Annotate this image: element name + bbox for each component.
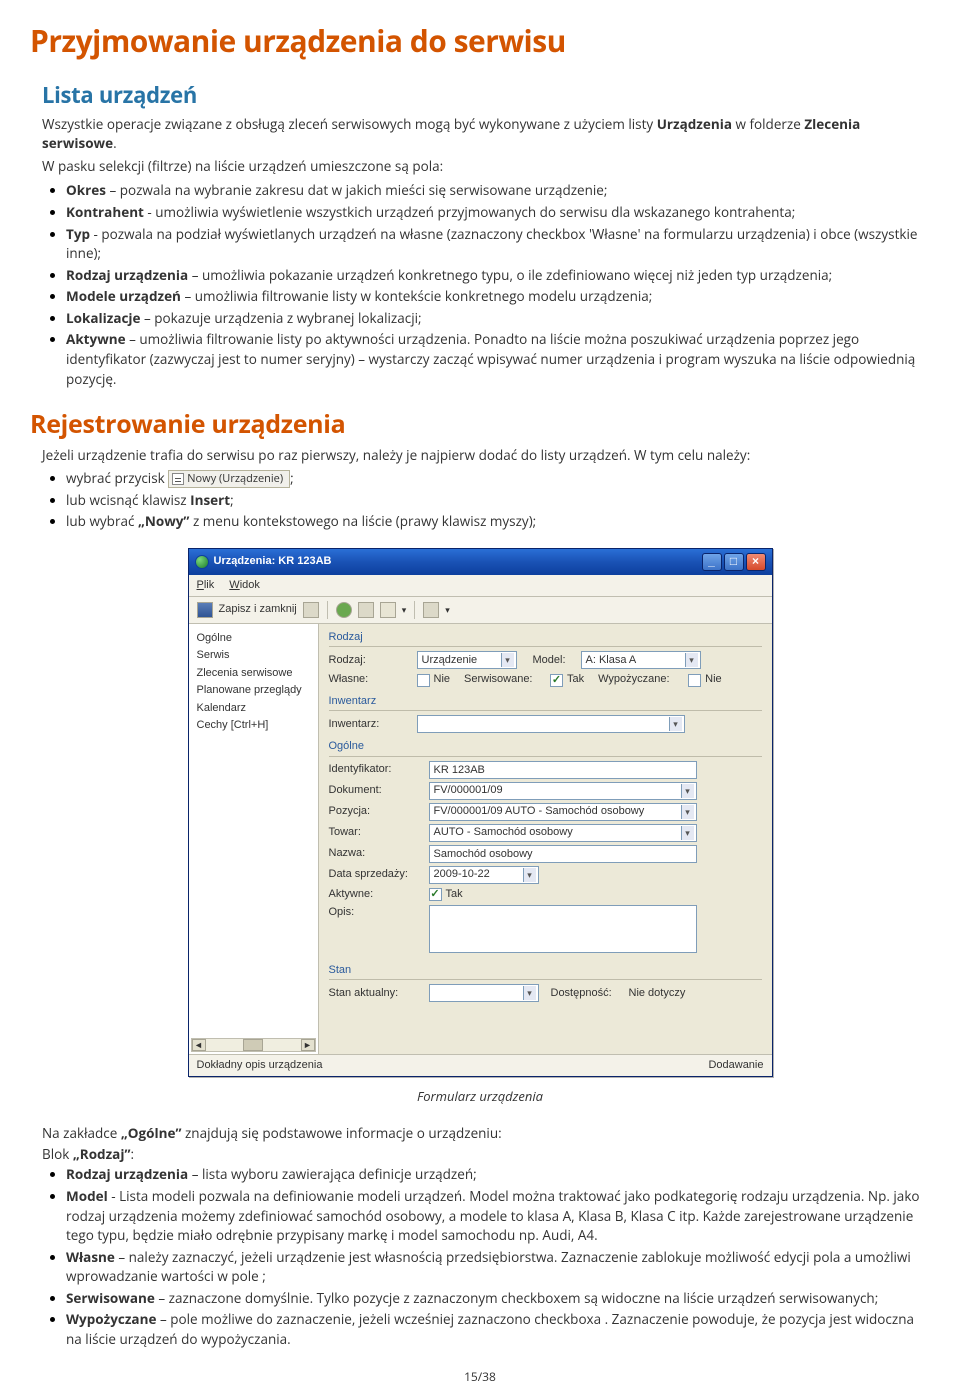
model-select[interactable]: A: Klasa A <box>581 651 701 669</box>
side-navigation: Ogólne Serwis Zlecenia serwisowe Planowa… <box>189 624 319 1054</box>
menu-widok[interactable]: Widok <box>229 579 260 591</box>
label-pozycja: Pozycja: <box>329 804 429 819</box>
list-item: wybrać przycisk Nowy (Urządzenie) ; <box>66 469 930 489</box>
horizontal-scrollbar[interactable]: ◄ ► <box>191 1038 316 1052</box>
sidebar-item-serwis[interactable]: Serwis <box>197 647 314 664</box>
toolbar-icon[interactable] <box>358 602 374 618</box>
close-button[interactable]: × <box>746 553 766 571</box>
save-and-close-button[interactable]: Zapisz i zamknij <box>219 602 297 617</box>
filters-list: Okres – pozwala na wybranie zakresu dat … <box>66 181 930 389</box>
sidebar-item-cechy[interactable]: Cechy [Ctrl+H] <box>197 717 314 734</box>
list-item: Model - Lista modeli pozwala na definiow… <box>66 1187 930 1246</box>
window-titlebar: Urządzenia: KR 123AB _ □ × <box>189 549 772 575</box>
list-item: Aktywne – umożliwia filtrowanie listy po… <box>66 330 930 389</box>
reg-intro: Jeżeli urządzenie trafia do serwisu po r… <box>42 446 930 465</box>
label-aktywne: Aktywne: <box>329 887 429 902</box>
nowy-urzadzenie-button-image: Nowy (Urządzenie) <box>168 470 290 488</box>
nazwa-input[interactable]: Samochód osobowy <box>429 845 697 863</box>
dokument-select[interactable]: FV/000001/09 <box>429 782 697 800</box>
label-rodzaj: Rodzaj: <box>329 653 417 668</box>
group-ogolne: Ogólne <box>329 739 762 756</box>
data-sprzedazy-input[interactable]: 2009-10-22 <box>429 866 539 884</box>
list-item: Okres – pozwala na wybranie zakresu dat … <box>66 181 930 201</box>
wlasne-checkbox[interactable] <box>417 674 430 687</box>
section-lista: Lista urządzeń <box>42 80 930 111</box>
label-data-sprzedazy: Data sprzedaży: <box>329 867 429 882</box>
sidebar-item-kalendarz[interactable]: Kalendarz <box>197 700 314 717</box>
label-nazwa: Nazwa: <box>329 846 429 861</box>
stan-select[interactable] <box>429 984 539 1002</box>
toolbar-icon[interactable] <box>336 602 352 618</box>
sidebar-item-zlecenia[interactable]: Zlecenia serwisowe <box>197 665 314 682</box>
window-title: Urządzenia: KR 123AB <box>214 554 332 569</box>
group-rodzaj: Rodzaj <box>329 630 762 647</box>
label-model: Model: <box>533 653 581 668</box>
statusbar: Dokładny opis urządzenia Dodawanie <box>189 1054 772 1076</box>
intro-paragraph: Wszystkie operacje związane z obsługą zl… <box>42 115 930 153</box>
list-item: Typ - pozwala na podział wyświetlanych u… <box>66 225 930 264</box>
label-towar: Towar: <box>329 825 429 840</box>
status-left: Dokładny opis urządzenia <box>197 1058 323 1073</box>
label-stan-aktualny: Stan aktualny: <box>329 986 429 1001</box>
label-serwisowane: Serwisowane: <box>464 672 550 687</box>
toolbar-icon[interactable] <box>423 602 439 618</box>
list-item: Lokalizacje – pokazuje urządzenia z wybr… <box>66 309 930 329</box>
menu-plik[interactable]: Plik <box>197 579 215 591</box>
page-number: 15/38 <box>30 1369 930 1386</box>
sidebar-item-ogolne[interactable]: Ogólne <box>197 630 314 647</box>
serwisowane-checkbox[interactable] <box>550 674 563 687</box>
opis-textarea[interactable] <box>429 905 697 953</box>
sidebar-item-przeglady[interactable]: Planowane przeglądy <box>197 682 314 699</box>
pozycja-select[interactable]: FV/000001/09 AUTO - Samochód osobowy <box>429 803 697 821</box>
list-item: lub wcisnąć klawisz Insert; <box>66 491 930 511</box>
document-icon <box>172 473 184 485</box>
status-right: Dodawanie <box>708 1058 763 1073</box>
inwentarz-select[interactable] <box>417 715 685 733</box>
toolbar: Zapisz i zamknij ▾ ▾ <box>189 597 772 624</box>
urzadzenia-window-screenshot: Urządzenia: KR 123AB _ □ × Plik Widok Za… <box>188 548 773 1078</box>
list-item: Modele urządzeń – umożliwia filtrowanie … <box>66 287 930 307</box>
identyfikator-input[interactable]: KR 123AB <box>429 761 697 779</box>
list-item: Własne – należy zaznaczyć, jeżeli urządz… <box>66 1248 930 1287</box>
rodzaj-block-list: Rodzaj urządzenia – lista wyboru zawiera… <box>66 1165 930 1349</box>
print-icon[interactable] <box>380 602 396 618</box>
label-wypozyczane: Wypożyczane: <box>598 672 688 687</box>
app-icon <box>195 555 209 569</box>
list-item: Wypożyczane – pole możliwe do zaznaczeni… <box>66 1310 930 1349</box>
scroll-left-icon[interactable]: ◄ <box>192 1039 206 1051</box>
list-item: lub wybrać „Nowy” z menu kontekstowego n… <box>66 512 930 532</box>
menubar: Plik Widok <box>189 575 772 597</box>
dostepnosc-value: Nie dotyczy <box>629 986 686 1001</box>
group-stan: Stan <box>329 963 762 980</box>
after-rodzaj: Blok „Rodzaj”: <box>42 1145 930 1164</box>
figure-caption: Formularz urządzenia <box>30 1087 930 1105</box>
reg-steps: wybrać przycisk Nowy (Urządzenie) ; lub … <box>66 469 930 532</box>
minimize-button[interactable]: _ <box>702 553 722 571</box>
towar-select[interactable]: AUTO - Samochód osobowy <box>429 824 697 842</box>
toolbar-icon[interactable] <box>303 602 319 618</box>
label-opis: Opis: <box>329 905 429 920</box>
label-dokument: Dokument: <box>329 783 429 798</box>
after-ogolne: Na zakładce „Ogólne” znajdują się podsta… <box>42 1124 930 1143</box>
list-item: Rodzaj urządzenia – umożliwia pokazanie … <box>66 266 930 286</box>
label-identyfikator: Identyfikator: <box>329 762 429 777</box>
scroll-right-icon[interactable]: ► <box>301 1039 315 1051</box>
label-wlasne: Własne: <box>329 672 417 687</box>
label-inwentarz: Inwentarz: <box>329 717 417 732</box>
form-area: Rodzaj Rodzaj: Urządzenie Model: A: Klas… <box>319 624 772 1054</box>
filters-intro: W pasku selekcji (filtrze) na liście urz… <box>42 157 930 176</box>
rodzaj-select[interactable]: Urządzenie <box>417 651 517 669</box>
page-title: Przyjmowanie urządzenia do serwisu <box>30 20 930 62</box>
aktywne-checkbox[interactable] <box>429 888 442 901</box>
maximize-button[interactable]: □ <box>724 553 744 571</box>
list-item: Rodzaj urządzenia – lista wyboru zawiera… <box>66 1165 930 1185</box>
group-inwentarz: Inwentarz <box>329 694 762 711</box>
wypozyczane-checkbox[interactable] <box>688 674 701 687</box>
section-rejestrowanie: Rejestrowanie urządzenia <box>30 407 930 442</box>
label-dostepnosc: Dostępność: <box>551 986 629 1001</box>
list-item: Serwisowane – zaznaczone domyślnie. Tylk… <box>66 1289 930 1309</box>
list-item: Kontrahent - umożliwia wyświetlenie wszy… <box>66 203 930 223</box>
save-icon[interactable] <box>197 602 213 618</box>
